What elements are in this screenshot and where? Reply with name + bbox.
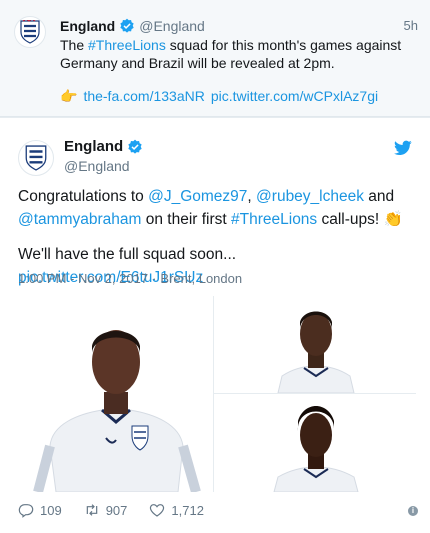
- three-lions-crest-icon: [25, 145, 47, 171]
- player-portrait-image: [18, 296, 213, 492]
- separator-dot: ·: [152, 271, 157, 286]
- tweet-location[interactable]: Brent, London: [160, 271, 242, 286]
- player-photo-top-right[interactable]: [216, 296, 414, 393]
- ancestor-tweet[interactable]: England @England 5h The #ThreeLions squa…: [0, 0, 430, 117]
- england-crest-avatar[interactable]: [18, 140, 54, 176]
- text-segment: ,: [247, 188, 257, 205]
- hashtag-link[interactable]: #ThreeLions: [88, 37, 166, 53]
- text-segment: Congratulations to: [18, 188, 149, 205]
- mention-link[interactable]: @tammyabraham: [18, 211, 141, 228]
- like-button[interactable]: 1,712: [149, 502, 204, 518]
- tweet-actions: 109 907 1,712: [18, 498, 418, 522]
- tweet-header: England @England 5h: [60, 16, 418, 36]
- tweet-time[interactable]: 5h: [404, 18, 418, 33]
- author-name-row: England: [64, 138, 147, 155]
- clapping-hands-emoji: 👏: [383, 211, 403, 228]
- verified-badge-icon: [120, 18, 134, 33]
- player-portrait-image: [216, 395, 414, 492]
- text-segment: on their first: [141, 211, 232, 228]
- author-handle[interactable]: @England: [64, 158, 130, 174]
- like-count: 1,712: [171, 502, 204, 518]
- twitter-bird-icon[interactable]: [394, 140, 412, 156]
- retweet-count: 907: [105, 502, 128, 518]
- mention-link[interactable]: @J_Gomez97: [148, 188, 247, 205]
- retweet-button[interactable]: 907: [84, 502, 128, 518]
- article-link[interactable]: the-fa.com/133aNR: [83, 87, 204, 105]
- author-handle[interactable]: @England: [139, 18, 205, 34]
- text-segment: call-ups!: [317, 211, 384, 228]
- heart-icon: [150, 504, 165, 517]
- tweet-timestamp[interactable]: 1:00 PM - Nov 2, 2017: [18, 271, 148, 286]
- pointing-hand-emoji: 👉: [60, 88, 78, 104]
- player-photo-large[interactable]: [18, 296, 213, 492]
- player-portrait-image: [216, 296, 414, 393]
- england-crest-avatar[interactable]: [14, 16, 46, 48]
- focused-tweet: England @England Congratulations to @J_G…: [0, 118, 430, 533]
- media-grid: [18, 296, 416, 492]
- reply-count: 109: [40, 502, 62, 518]
- hashtag-link[interactable]: #ThreeLions: [231, 211, 317, 228]
- mention-link[interactable]: @rubey_lcheek: [256, 188, 364, 205]
- media-link[interactable]: pic.twitter.com/wCPxlAz7gi: [211, 87, 378, 105]
- tweet-text: The #ThreeLions squad for this month's g…: [60, 36, 415, 72]
- retweet-icon: [86, 504, 97, 516]
- player-photo-bottom-right[interactable]: [216, 395, 414, 492]
- three-lions-crest-icon: [20, 20, 40, 44]
- tweet-links: 👉 the-fa.com/133aNR pic.twitter.com/wCPx…: [60, 87, 378, 105]
- media-divider: [213, 296, 214, 492]
- media-divider: [214, 393, 416, 394]
- author-name[interactable]: England: [60, 18, 115, 34]
- info-icon[interactable]: i: [408, 506, 418, 516]
- reply-button[interactable]: 109: [18, 502, 62, 518]
- text-segment: and: [363, 188, 395, 205]
- tweet-metadata: 1:00 PM - Nov 2, 2017 · Brent, London: [18, 271, 242, 286]
- text-segment: The: [60, 37, 89, 53]
- text-segment: We'll have the full squad soon...: [18, 246, 237, 263]
- author-name[interactable]: England: [64, 138, 123, 155]
- reply-icon: [18, 504, 34, 518]
- verified-badge-icon: [128, 139, 142, 154]
